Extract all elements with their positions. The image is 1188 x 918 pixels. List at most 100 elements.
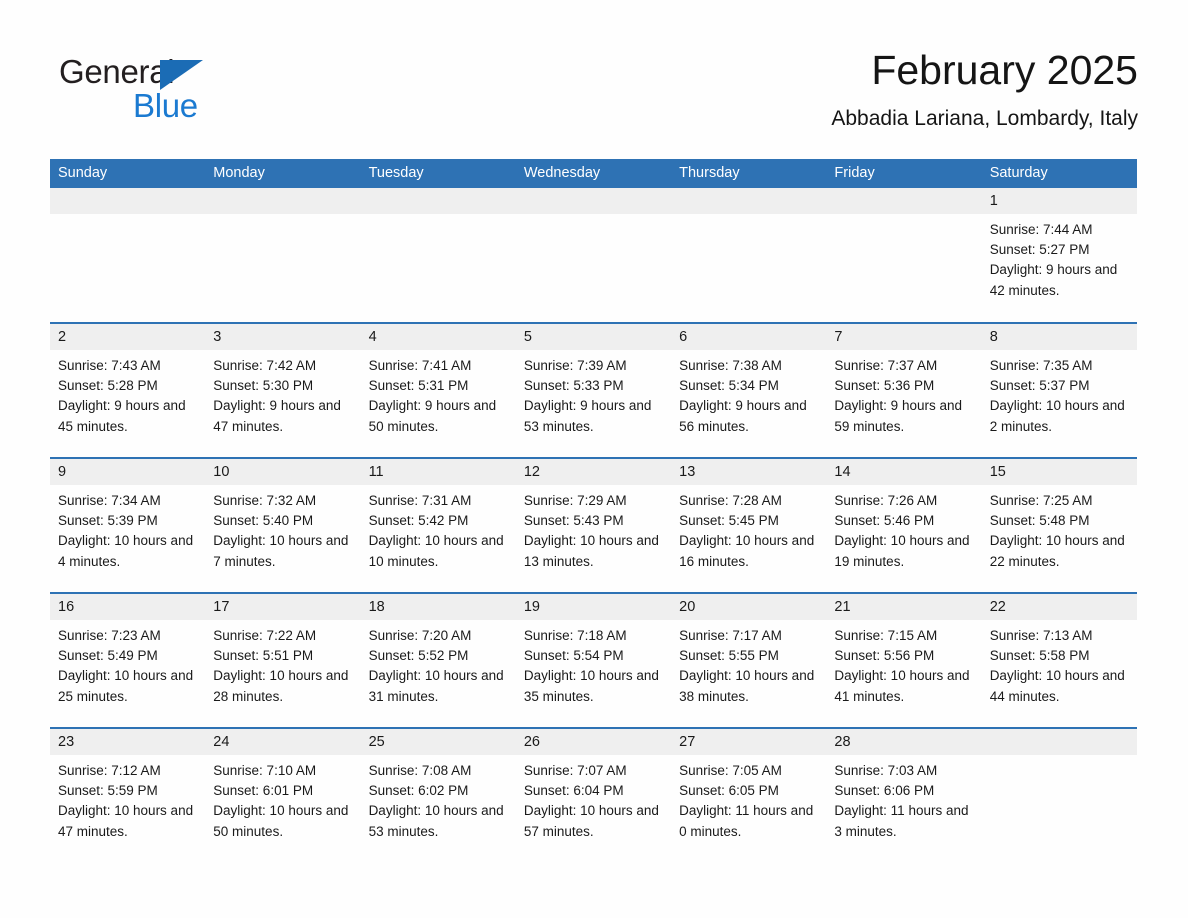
calendar-day-cell[interactable]: 18 Sunrise: 7:20 AM Sunset: 5:52 PM Dayligh… xyxy=(360,592,516,728)
day-number: 13 xyxy=(671,459,827,485)
calendar-day-cell[interactable]: 15 Sunrise: 7:25 AM Sunset: 5:48 PM Dayligh… xyxy=(981,457,1137,593)
weekday-header-wednesday: Wednesday xyxy=(515,159,672,188)
day-number: 16 xyxy=(50,594,206,620)
calendar-day-cell[interactable]: 3 Sunrise: 7:42 AM Sunset: 5:30 PM Daylight… xyxy=(205,322,361,458)
day-info: Sunrise: 7:41 AM Sunset: 5:31 PM Daylight:… xyxy=(361,350,516,437)
day-number: 9 xyxy=(50,459,206,485)
day-number: 11 xyxy=(360,459,516,485)
sunset-text: Sunset: 5:37 PM xyxy=(989,378,1090,394)
day-number: 2 xyxy=(50,324,206,350)
day-info: Sunrise: 7:10 AM Sunset: 6:01 PM Daylight:… xyxy=(205,755,360,842)
calendar-day-cell[interactable]: 13 Sunrise: 7:28 AM Sunset: 5:45 PM Dayligh… xyxy=(671,457,827,593)
day-info: Sunrise: 7:38 AM Sunset: 5:34 PM Daylight:… xyxy=(671,350,826,437)
calendar-day-cell[interactable]: 22 Sunrise: 7:13 AM Sunset: 5:58 PM Dayligh… xyxy=(981,592,1137,728)
calendar-day-cell[interactable]: 12 Sunrise: 7:29 AM Sunset: 5:43 PM Dayligh… xyxy=(515,457,672,593)
calendar-day-cell[interactable]: 10 Sunrise: 7:32 AM Sunset: 5:40 PM Dayligh… xyxy=(205,457,361,593)
daylight-text: Daylight: 9 hours and 42 minutes. xyxy=(989,262,1118,298)
calendar-day-cell[interactable]: 11 Sunrise: 7:31 AM Sunset: 5:42 PM Dayligh… xyxy=(360,457,516,593)
calendar-day-cell[interactable]: 21 Sunrise: 7:15 AM Sunset: 5:56 PM Dayligh… xyxy=(826,592,982,728)
calendar-page: General Blue February 2025 Abbadia Laria… xyxy=(0,0,1188,918)
sunrise-text: Sunrise: 7:34 AM xyxy=(58,493,161,508)
calendar-day-cell[interactable]: 6 Sunrise: 7:38 AM Sunset: 5:34 PM Daylight… xyxy=(671,322,827,458)
calendar-week-row: 2 Sunrise: 7:43 AM Sunset: 5:28 PM Daylight… xyxy=(50,322,1137,458)
sunset-text: Sunset: 5:42 PM xyxy=(368,513,469,529)
calendar-day-cell[interactable]: 1 Sunrise: 7:44 AM Sunset: 5:27 PM Daylight… xyxy=(981,188,1137,323)
sunset-text: Sunset: 6:05 PM xyxy=(679,783,779,799)
sunrise-text: Sunrise: 7:05 AM xyxy=(679,763,782,778)
calendar-week-row: 9 Sunrise: 7:34 AM Sunset: 5:39 PM Daylight… xyxy=(50,457,1137,593)
day-number: 8 xyxy=(981,324,1137,350)
day-info: Sunrise: 7:15 AM Sunset: 5:56 PM Daylight:… xyxy=(826,620,981,707)
calendar-day-cell[interactable]: 20 Sunrise: 7:17 AM Sunset: 5:55 PM Dayligh… xyxy=(671,592,827,728)
daylight-text: Daylight: 10 hours and 25 minutes. xyxy=(58,668,194,704)
day-info: Sunrise: 7:39 AM Sunset: 5:33 PM Daylight:… xyxy=(516,350,671,437)
day-number xyxy=(515,188,672,214)
day-info: Sunrise: 7:23 AM Sunset: 5:49 PM Daylight:… xyxy=(50,620,205,707)
day-info: Sunrise: 7:43 AM Sunset: 5:28 PM Daylight:… xyxy=(50,350,205,437)
weekday-header-row: Sunday Monday Tuesday Wednesday Thursday… xyxy=(50,159,1137,188)
sunset-text: Sunset: 6:04 PM xyxy=(523,783,624,799)
daylight-text: Daylight: 10 hours and 53 minutes. xyxy=(368,803,504,839)
day-info: Sunrise: 7:31 AM Sunset: 5:42 PM Daylight:… xyxy=(361,485,516,572)
calendar-day-cell[interactable]: 2 Sunrise: 7:43 AM Sunset: 5:28 PM Daylight… xyxy=(50,322,206,458)
daylight-text: Daylight: 11 hours and 0 minutes. xyxy=(679,803,814,839)
daylight-text: Daylight: 10 hours and 35 minutes. xyxy=(523,668,659,704)
calendar-day-cell[interactable]: 9 Sunrise: 7:34 AM Sunset: 5:39 PM Daylight… xyxy=(50,457,206,593)
calendar-day-cell[interactable]: 8 Sunrise: 7:35 AM Sunset: 5:37 PM Daylight… xyxy=(981,322,1137,458)
day-info: Sunrise: 7:37 AM Sunset: 5:36 PM Daylight:… xyxy=(826,350,981,437)
calendar-empty-cell xyxy=(205,188,361,323)
day-info: Sunrise: 7:26 AM Sunset: 5:46 PM Daylight:… xyxy=(826,485,981,572)
day-number: 28 xyxy=(826,729,982,755)
day-number xyxy=(205,188,361,214)
calendar-day-cell[interactable]: 17 Sunrise: 7:22 AM Sunset: 5:51 PM Dayligh… xyxy=(205,592,361,728)
calendar-empty-cell xyxy=(50,188,206,323)
daylight-text: Daylight: 9 hours and 50 minutes. xyxy=(368,398,497,434)
day-info: Sunrise: 7:17 AM Sunset: 5:55 PM Daylight:… xyxy=(671,620,826,707)
calendar-day-cell[interactable]: 25 Sunrise: 7:08 AM Sunset: 6:02 PM Dayligh… xyxy=(360,727,516,863)
calendar-empty-cell xyxy=(515,188,672,323)
calendar-day-cell[interactable]: 4 Sunrise: 7:41 AM Sunset: 5:31 PM Daylight… xyxy=(360,322,516,458)
day-info: Sunrise: 7:25 AM Sunset: 5:48 PM Daylight:… xyxy=(982,485,1137,572)
day-info: Sunrise: 7:44 AM Sunset: 5:27 PM Daylight:… xyxy=(982,214,1137,301)
daylight-text: Daylight: 10 hours and 50 minutes. xyxy=(213,803,349,839)
day-number: 12 xyxy=(515,459,672,485)
sunset-text: Sunset: 5:49 PM xyxy=(58,648,158,664)
calendar-day-cell[interactable]: 14 Sunrise: 7:26 AM Sunset: 5:46 PM Dayligh… xyxy=(826,457,982,593)
daylight-text: Daylight: 10 hours and 16 minutes. xyxy=(679,533,815,569)
day-number: 17 xyxy=(205,594,361,620)
calendar-day-cell[interactable]: 19 Sunrise: 7:18 AM Sunset: 5:54 PM Dayligh… xyxy=(515,592,672,728)
day-number: 26 xyxy=(515,729,672,755)
sunrise-text: Sunrise: 7:38 AM xyxy=(679,358,782,373)
sunrise-text: Sunrise: 7:32 AM xyxy=(213,493,317,508)
sunset-text: Sunset: 6:01 PM xyxy=(213,783,314,799)
daylight-text: Daylight: 11 hours and 3 minutes. xyxy=(834,803,969,839)
day-info: Sunrise: 7:05 AM Sunset: 6:05 PM Daylight:… xyxy=(671,755,826,842)
calendar-day-cell[interactable]: 24 Sunrise: 7:10 AM Sunset: 6:01 PM Dayligh… xyxy=(205,727,361,863)
calendar-day-cell[interactable]: 7 Sunrise: 7:37 AM Sunset: 5:36 PM Daylight… xyxy=(826,322,982,458)
sunrise-text: Sunrise: 7:35 AM xyxy=(989,358,1093,373)
sunrise-text: Sunrise: 7:25 AM xyxy=(989,493,1093,508)
sunset-text: Sunset: 5:59 PM xyxy=(58,783,158,799)
calendar-day-cell[interactable]: 23 Sunrise: 7:12 AM Sunset: 5:59 PM Dayligh… xyxy=(50,727,206,863)
calendar-day-cell[interactable]: 28 Sunrise: 7:03 AM Sunset: 6:06 PM Dayligh… xyxy=(826,727,982,863)
day-number xyxy=(671,188,827,214)
day-number: 20 xyxy=(671,594,827,620)
sunset-text: Sunset: 5:39 PM xyxy=(58,513,158,529)
day-info: Sunrise: 7:07 AM Sunset: 6:04 PM Daylight:… xyxy=(516,755,671,842)
sunset-text: Sunset: 5:34 PM xyxy=(679,378,779,394)
sunset-text: Sunset: 5:45 PM xyxy=(679,513,779,529)
calendar-day-cell[interactable]: 5 Sunrise: 7:39 AM Sunset: 5:33 PM Daylight… xyxy=(515,322,672,458)
day-info: Sunrise: 7:32 AM Sunset: 5:40 PM Daylight:… xyxy=(205,485,360,572)
day-info: Sunrise: 7:42 AM Sunset: 5:30 PM Daylight:… xyxy=(205,350,360,437)
daylight-text: Daylight: 9 hours and 53 minutes. xyxy=(523,398,652,434)
daylight-text: Daylight: 10 hours and 47 minutes. xyxy=(58,803,194,839)
calendar-day-cell[interactable]: 27 Sunrise: 7:05 AM Sunset: 6:05 PM Dayligh… xyxy=(671,727,827,863)
calendar-week-row: 23 Sunrise: 7:12 AM Sunset: 5:59 PM Dayligh… xyxy=(50,727,1137,863)
sunrise-text: Sunrise: 7:44 AM xyxy=(989,222,1093,237)
sunrise-text: Sunrise: 7:22 AM xyxy=(213,628,317,643)
calendar-day-cell[interactable]: 26 Sunrise: 7:07 AM Sunset: 6:04 PM Dayligh… xyxy=(515,727,672,863)
calendar-empty-cell xyxy=(671,188,827,323)
daylight-text: Daylight: 9 hours and 45 minutes. xyxy=(58,398,186,434)
calendar-day-cell[interactable]: 16 Sunrise: 7:23 AM Sunset: 5:49 PM Dayligh… xyxy=(50,592,206,728)
calendar-week-row: 1 Sunrise: 7:44 AM Sunset: 5:27 PM Daylight… xyxy=(50,188,1137,323)
